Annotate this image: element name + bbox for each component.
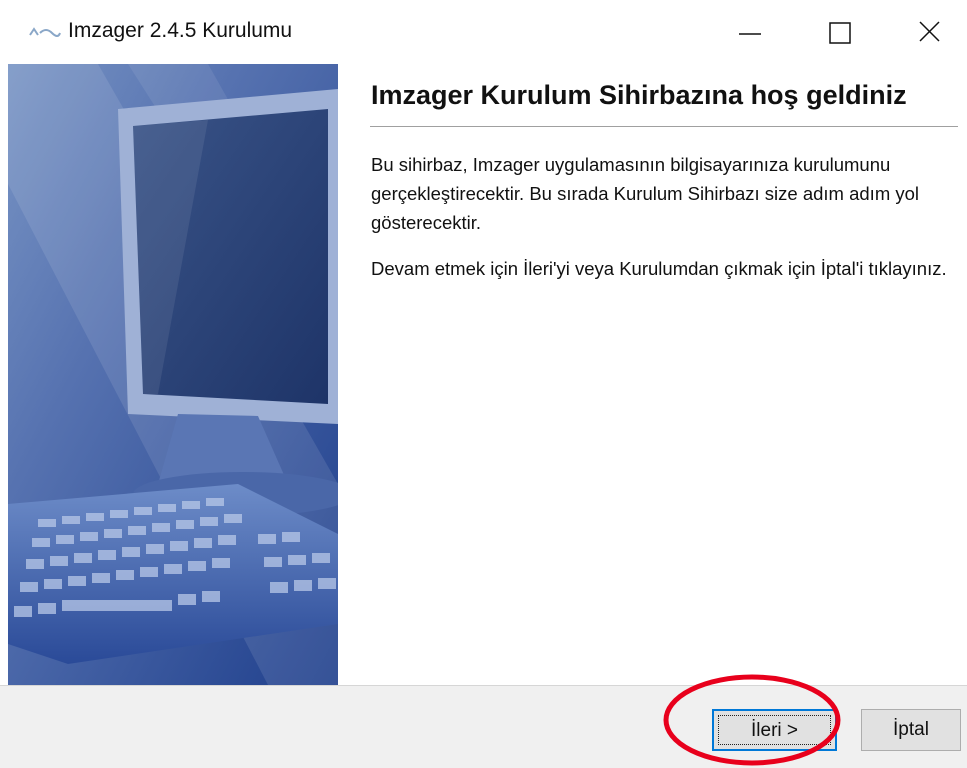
wizard-content: Imzager Kurulum Sihirbazına hoş geldiniz…	[0, 64, 967, 685]
wizard-heading: Imzager Kurulum Sihirbazına hoş geldiniz	[371, 80, 907, 110]
cancel-button[interactable]: İptal	[861, 709, 961, 751]
minimize-icon	[739, 33, 761, 35]
wizard-instruction-text: Devam etmek için İleri'yi veya Kurulumda…	[371, 258, 947, 279]
minimize-button[interactable]	[700, 0, 790, 64]
button-panel: İleri > İptal	[0, 685, 967, 768]
close-icon	[919, 21, 940, 42]
window-title: Imzager 2.4.5 Kurulumu	[68, 19, 293, 42]
wizard-intro-text: Bu sihirbaz, Imzager uygulamasının bilgi…	[371, 154, 920, 233]
maximize-icon	[829, 22, 851, 44]
installer-window: Imzager 2.4.5 Kurulumu Imzager Kurulum S…	[0, 0, 967, 768]
heading-divider	[370, 126, 958, 127]
next-button[interactable]: İleri >	[712, 709, 837, 751]
maximize-button[interactable]	[800, 0, 890, 64]
next-button-label: İleri >	[718, 715, 831, 745]
wizard-side-image	[8, 64, 338, 685]
close-button[interactable]	[887, 0, 967, 64]
app-icon	[29, 27, 61, 37]
title-bar[interactable]: Imzager 2.4.5 Kurulumu	[0, 0, 967, 64]
